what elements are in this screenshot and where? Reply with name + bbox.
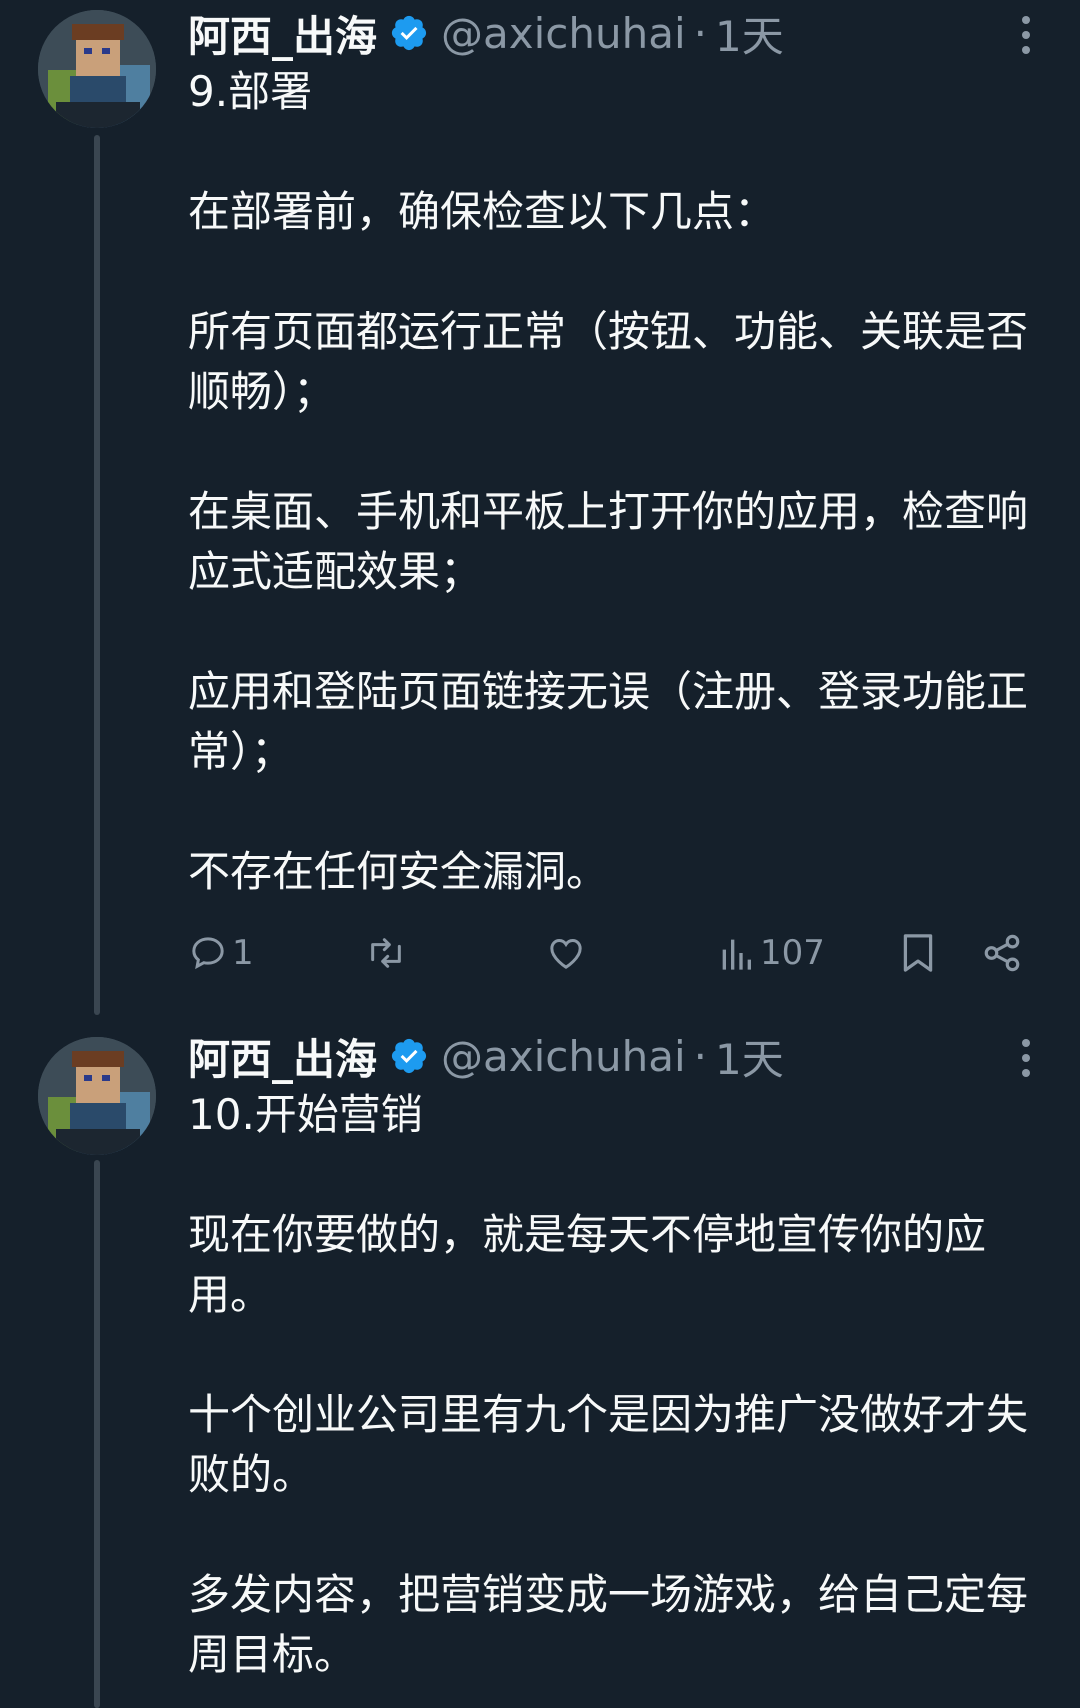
verified-badge-icon [389,1036,429,1076]
author-name[interactable]: 阿西_出海 [188,3,377,64]
separator-dot: · [693,8,707,58]
more-vertical-icon[interactable] [1016,10,1036,60]
tweet-paragraph: 在部署前，确保检查以下几点： [188,187,777,236]
heart-icon [545,933,587,973]
retweet-button[interactable] [363,928,409,978]
thread-line [94,1160,100,1708]
reply-icon [188,933,228,973]
avatar-image [38,10,156,128]
thread-line [94,135,100,1015]
retweet-icon [363,933,409,973]
tweet-paragraph: 现在你要做的，就是每天不停地宣传你的应用。 [188,1210,987,1319]
tweet-header: 阿西_出海 @axichuhai · 1天 [188,3,784,63]
bookmark-button[interactable] [900,928,936,978]
tweet-paragraph: 在桌面、手机和平板上打开你的应用，检查响应式适配效果； [188,487,1029,596]
avatar[interactable] [38,1037,156,1155]
author-handle[interactable]: @axichuhai [441,1032,686,1081]
tweet-paragraph: 所有页面都运行正常（按钮、功能、关联是否顺畅）； [188,307,1029,416]
avatar[interactable] [38,10,156,128]
views-chart-icon [718,933,754,973]
reply-count: 1 [232,933,254,973]
tweet-header: 阿西_出海 @axichuhai · 1天 [188,1026,784,1086]
separator-dot: · [693,1031,707,1081]
bookmark-icon [900,931,936,975]
tweet-1[interactable]: 阿西_出海 @axichuhai · 1天 9.部署 在部署前，确保检查以下几点… [0,0,1080,1015]
tweet-body: 10.开始营销 现在你要做的，就是每天不停地宣传你的应用。 十个创业公司里有九个… [188,1085,1048,1685]
tweet-paragraph: 应用和登陆页面链接无误（注册、登录功能正常）； [188,667,1029,776]
tweet-title: 10.开始营销 [188,1090,423,1139]
verified-badge-icon [389,13,429,53]
reply-button[interactable]: 1 [188,928,254,978]
author-handle[interactable]: @axichuhai [441,9,686,58]
timestamp[interactable]: 1天 [715,3,784,64]
tweet-title: 9.部署 [188,67,313,116]
tweet-paragraph: 十个创业公司里有九个是因为推广没做好才失败的。 [188,1390,1029,1499]
views-count: 107 [760,933,825,973]
share-icon [981,932,1023,974]
avatar-image [38,1037,156,1155]
timestamp[interactable]: 1天 [715,1026,784,1087]
author-name[interactable]: 阿西_出海 [188,1026,377,1087]
like-button[interactable] [545,928,587,978]
more-vertical-icon[interactable] [1016,1033,1036,1083]
tweet-paragraph: 不存在任何安全漏洞。 [188,847,609,896]
tweet-actions: 1 107 [188,928,1048,978]
tweet-paragraph: 多发内容，把营销变成一场游戏，给自己定每周目标。 [188,1570,1029,1679]
tweet-2[interactable]: 阿西_出海 @axichuhai · 1天 10.开始营销 现在你要做的，就是每… [0,1020,1080,1708]
share-button[interactable] [981,928,1023,978]
views-button[interactable]: 107 [718,928,825,978]
tweet-body: 9.部署 在部署前，确保检查以下几点： 所有页面都运行正常（按钮、功能、关联是否… [188,62,1048,902]
